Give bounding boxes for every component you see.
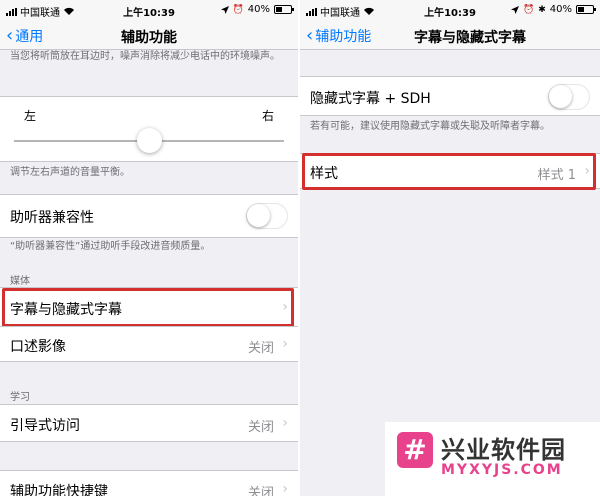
alarm-icon: ⏰: [523, 4, 535, 15]
alarm-icon: ⏰: [232, 4, 244, 15]
location-icon: [220, 5, 229, 14]
closed-captions-label: 隐藏式字幕 + SDH: [310, 91, 431, 107]
balance-thumb[interactable]: [136, 128, 162, 153]
battery-icon: [576, 5, 596, 14]
watermark-subtitle: MYXYJS.COM: [441, 462, 563, 478]
status-bar: 中国联通 上午10:39 ⏰ 40%: [0, 0, 298, 20]
audio-description-label: 口述影像: [10, 339, 66, 355]
page-title: 字幕与隐藏式字幕: [414, 30, 526, 46]
chevron-right-icon: ›: [282, 481, 288, 496]
balance-slider-cell: 左 右: [0, 96, 298, 162]
highlight-box: [2, 288, 294, 327]
nav-bar: ‹ 通用 辅助功能: [0, 20, 298, 50]
watermark-title: 兴业软件园: [441, 436, 566, 464]
shortcut-label: 辅助功能快捷键: [10, 484, 108, 496]
hearing-aid-note: “助听器兼容性”通过助听手段改进音频质量。: [10, 241, 211, 252]
guided-access-value: 关闭: [247, 420, 274, 435]
shortcut-cell[interactable]: 辅助功能快捷键 关闭 ›: [0, 470, 298, 496]
chevron-right-icon: ›: [282, 336, 288, 352]
toggle-knob: [549, 85, 572, 108]
chevron-right-icon: ›: [282, 415, 288, 431]
nav-bar: ‹ 辅助功能 字幕与隐藏式字幕: [300, 20, 600, 50]
left-screen: 中国联通 上午10:39 ⏰ 40% ‹ 通用 辅助功能 当您将听筒放在耳边时，…: [0, 0, 298, 496]
hearing-aid-cell: 助听器兼容性: [0, 194, 298, 238]
shortcut-value: 关闭: [247, 486, 274, 496]
closed-captions-note: 若有可能，建议使用隐藏式字幕或失聪及听障者字幕。: [310, 121, 550, 132]
battery-icon: [274, 5, 294, 14]
audio-description-value: 关闭: [247, 341, 274, 356]
section-header-learning: 学习: [10, 392, 30, 403]
battery-percent: 40%: [247, 4, 270, 15]
closed-captions-toggle[interactable]: [548, 84, 590, 110]
watermark-logo: #: [397, 432, 433, 468]
location-icon: [511, 5, 519, 14]
guided-access-cell[interactable]: 引导式访问 关闭 ›: [0, 404, 298, 442]
battery-percent: 40%: [549, 4, 572, 15]
status-bar: 中国联通 上午10:39 ⏰ ✱ 40%: [300, 0, 600, 20]
page-title: 辅助功能: [121, 30, 177, 46]
watermark: # 兴业软件园 MYXYJS.COM: [385, 422, 600, 496]
toggle-knob: [247, 204, 270, 227]
balance-note: 调节左右声道的音量平衡。: [10, 167, 130, 178]
closed-captions-cell: 隐藏式字幕 + SDH: [300, 76, 600, 116]
highlight-box: [302, 153, 596, 190]
noise-cancel-note: 当您将听筒放在耳边时，噪声消除将减少电话中的环境噪声。: [10, 51, 280, 62]
bluetooth-icon: ✱: [538, 4, 546, 15]
balance-right-label: 右: [261, 109, 274, 123]
audio-description-cell[interactable]: 口述影像 关闭 ›: [0, 326, 298, 362]
section-header-media: 媒体: [10, 276, 30, 287]
hearing-aid-label: 助听器兼容性: [10, 210, 94, 226]
hearing-aid-toggle[interactable]: [246, 203, 288, 229]
chevron-left-icon: ‹: [306, 25, 314, 46]
balance-left-label: 左: [24, 109, 37, 123]
guided-access-label: 引导式访问: [10, 418, 80, 434]
